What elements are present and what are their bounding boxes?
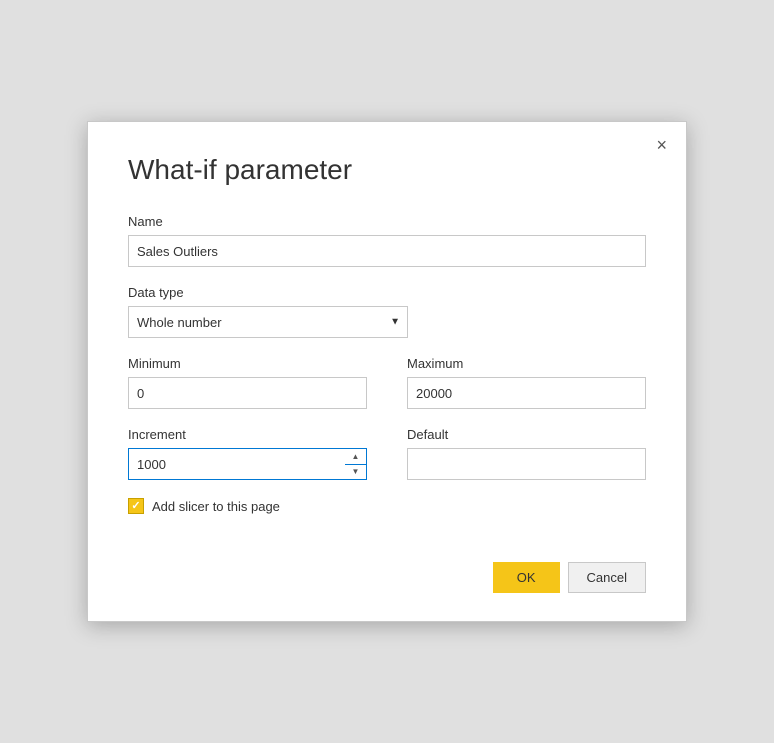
increment-default-row: Increment ▲ ▼ ✓ Add slicer to this page [128, 427, 646, 514]
close-button[interactable]: × [651, 134, 672, 156]
minimum-input[interactable] [128, 377, 367, 409]
maximum-label: Maximum [407, 356, 646, 371]
min-max-row: Minimum Maximum [128, 356, 646, 427]
ok-button[interactable]: OK [493, 562, 560, 593]
default-field-row: Default [407, 427, 646, 480]
datatype-field-row: Data type Whole number Decimal number Fi… [128, 285, 646, 338]
name-label: Name [128, 214, 646, 229]
default-col: Default [407, 427, 646, 514]
increment-up-button[interactable]: ▲ [345, 449, 366, 465]
dialog-footer: OK Cancel [128, 562, 646, 593]
add-slicer-checkbox[interactable]: ✓ [128, 498, 144, 514]
increment-col: Increment ▲ ▼ ✓ Add slicer to this page [128, 427, 367, 514]
checkmark-icon: ✓ [131, 501, 140, 512]
name-field-row: Name [128, 214, 646, 267]
increment-input[interactable] [128, 448, 367, 480]
maximum-col: Maximum [407, 356, 646, 427]
datatype-select[interactable]: Whole number Decimal number Fixed decima… [128, 306, 408, 338]
maximum-field-row: Maximum [407, 356, 646, 409]
datatype-label: Data type [128, 285, 646, 300]
increment-spinner-wrapper: ▲ ▼ [128, 448, 367, 480]
dialog-overlay: × What-if parameter Name Data type Whole… [0, 0, 774, 743]
increment-field-row: Increment ▲ ▼ [128, 427, 367, 480]
add-slicer-row: ✓ Add slicer to this page [128, 498, 367, 514]
increment-label: Increment [128, 427, 367, 442]
increment-down-button[interactable]: ▼ [345, 465, 366, 480]
minimum-label: Minimum [128, 356, 367, 371]
name-input[interactable] [128, 235, 646, 267]
add-slicer-label: Add slicer to this page [152, 499, 280, 514]
maximum-input[interactable] [407, 377, 646, 409]
minimum-col: Minimum [128, 356, 367, 427]
cancel-button[interactable]: Cancel [568, 562, 646, 593]
increment-spinner: ▲ ▼ [345, 448, 367, 480]
minimum-field-row: Minimum [128, 356, 367, 409]
default-input[interactable] [407, 448, 646, 480]
what-if-dialog: × What-if parameter Name Data type Whole… [87, 121, 687, 622]
dialog-title: What-if parameter [128, 154, 646, 186]
default-label: Default [407, 427, 646, 442]
datatype-select-wrapper: Whole number Decimal number Fixed decima… [128, 306, 408, 338]
